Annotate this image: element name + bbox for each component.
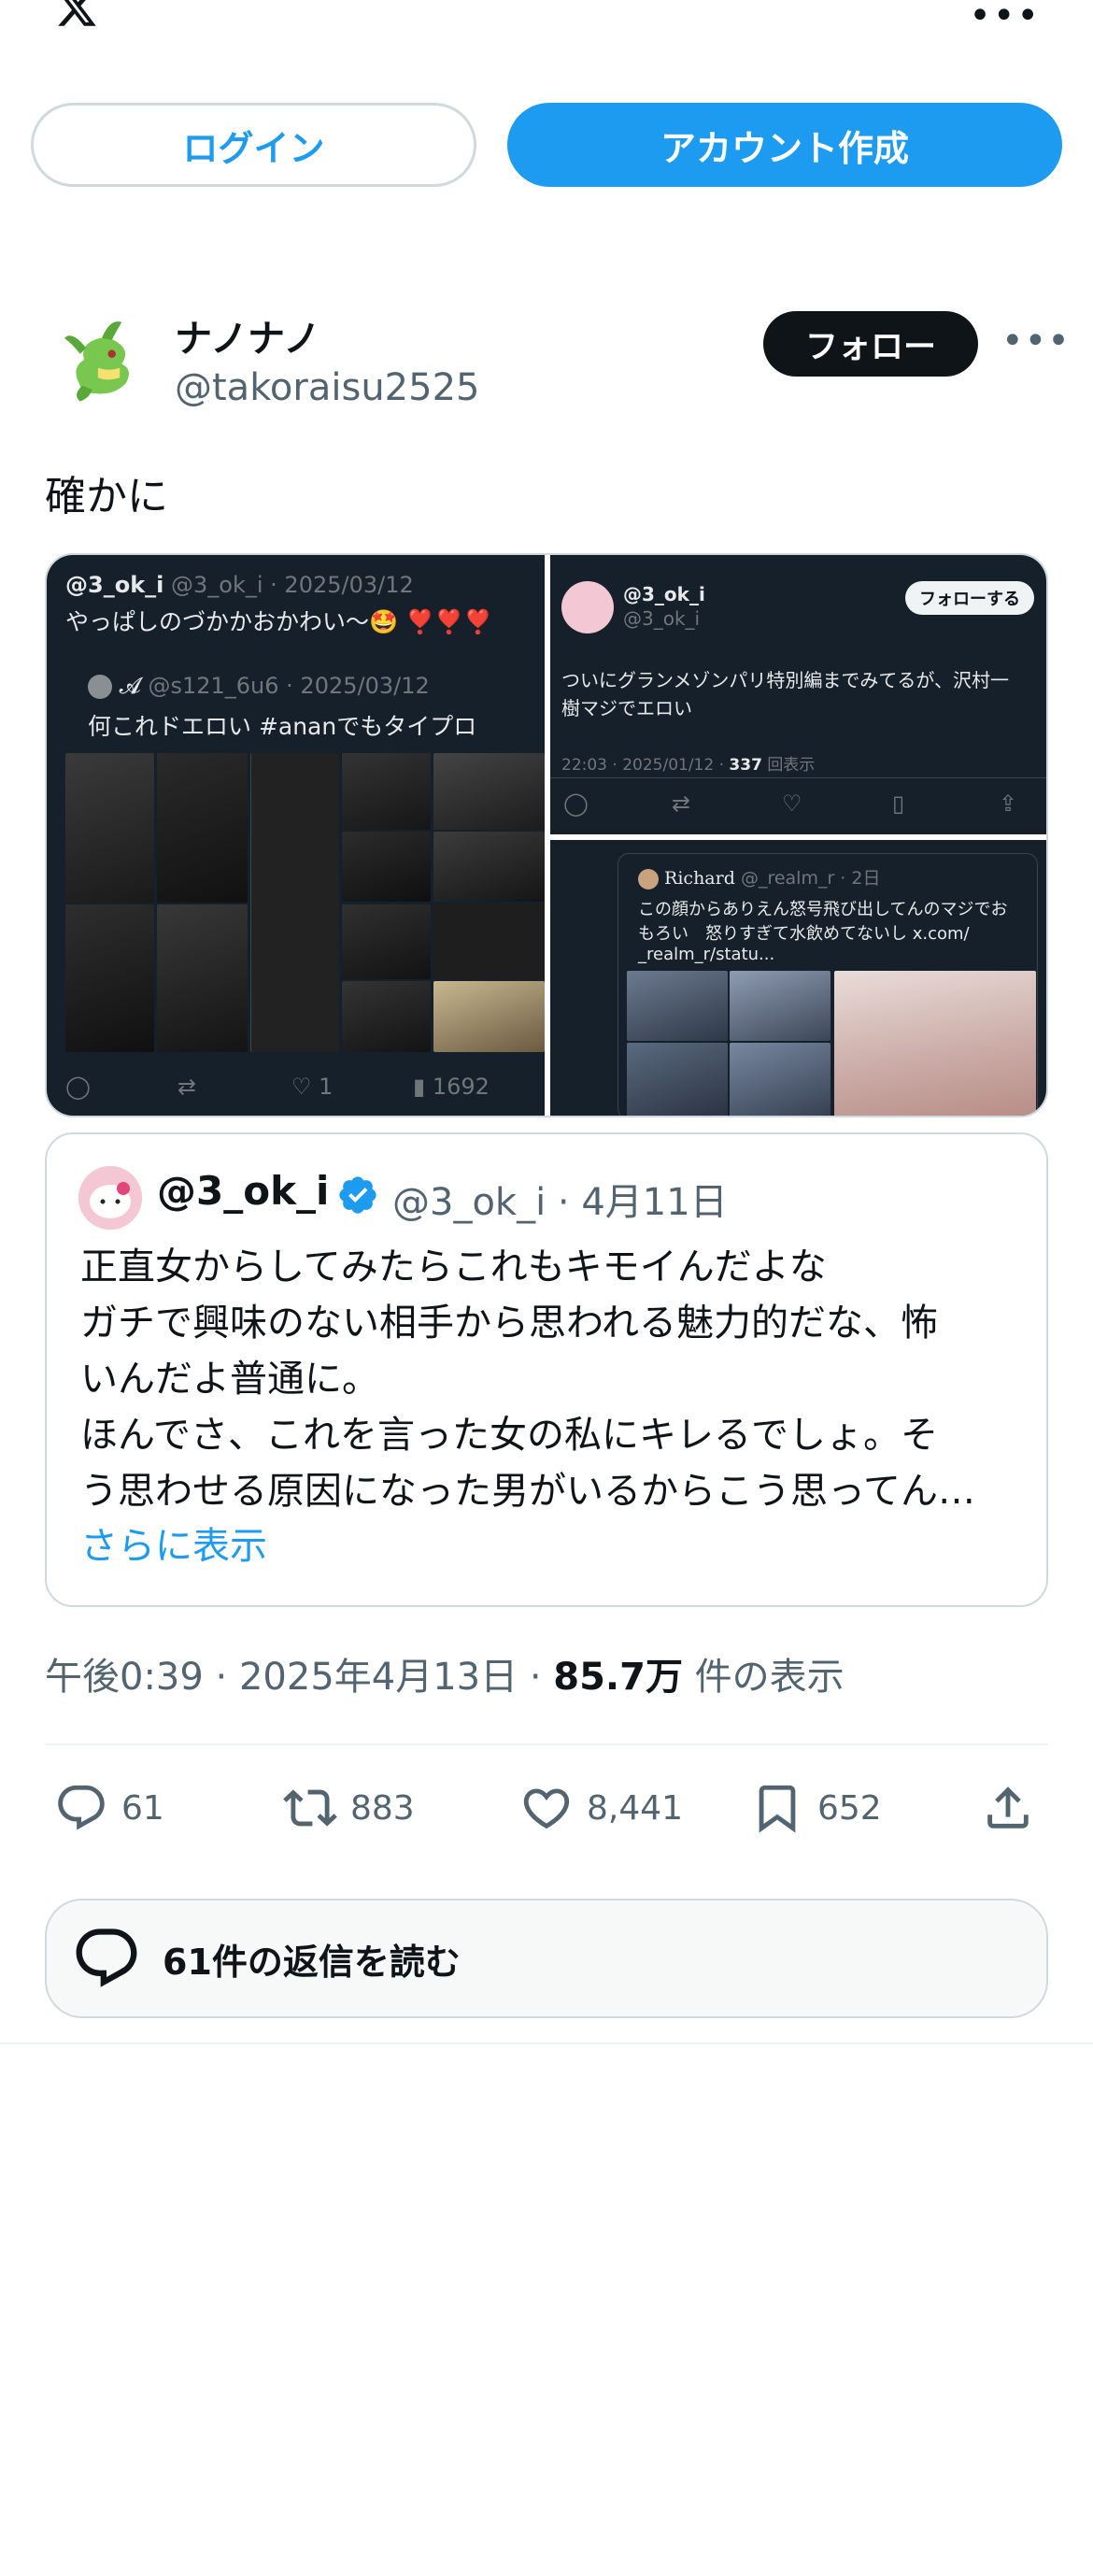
photo-thumbnail bbox=[433, 832, 545, 902]
photo-thumbnail bbox=[250, 753, 339, 1052]
follow-button[interactable]: フォロー bbox=[763, 311, 978, 377]
embedded-name: @3_ok_i bbox=[65, 572, 164, 598]
photo-thumbnail bbox=[342, 904, 431, 979]
show-more-link[interactable]: さらに表示 bbox=[80, 1516, 267, 1570]
read-replies-button[interactable]: 61件の返信を読む bbox=[45, 1899, 1048, 2018]
heart-icon bbox=[523, 1788, 570, 1829]
quote-body: 正直女からしてみたらこれもキモイんだよな ガチで興味のない相手から思われる魅力的… bbox=[80, 1239, 1024, 1519]
more-horizontal-icon[interactable]: ••• bbox=[969, 0, 1041, 37]
signup-button[interactable]: アカウント作成 bbox=[507, 103, 1062, 187]
photo-thumbnail bbox=[157, 904, 248, 1052]
embedded-inner-meta: @s121_6u6 · 2025/03/12 bbox=[148, 673, 430, 699]
quote-author-name[interactable]: @3_ok_i bbox=[157, 1168, 329, 1214]
media-image-left[interactable]: @3_ok_i @3_ok_i · 2025/03/12 やっぱしのづかかおかわ… bbox=[47, 555, 545, 1116]
embedded-text-line1: この顔からありえん怒号飛び出してんのマジでお bbox=[638, 900, 1008, 919]
embedded-follow-button: フォローする bbox=[905, 581, 1034, 615]
photo-thumbnail bbox=[834, 971, 1036, 1116]
tweet-text: 確かに bbox=[45, 473, 168, 520]
photo-thumbnail bbox=[433, 981, 545, 1052]
quote-line: 正直女からしてみたらこれもキモイんだよな bbox=[80, 1245, 827, 1288]
timestamp-text[interactable]: 午後0:39 · 2025年4月13日 · bbox=[45, 1656, 553, 1699]
views-label: 件の表示 bbox=[682, 1656, 845, 1699]
login-button[interactable]: ログイン bbox=[31, 103, 476, 187]
tweet-timestamp[interactable]: 午後0:39 · 2025年4月13日 · 85.7万 件の表示 bbox=[45, 1646, 845, 1701]
embedded-time: 22:03 · 2025/01/12 · bbox=[561, 756, 724, 775]
media-image-right-top[interactable]: @3_ok_i @3_ok_i フォローする ついにグランメゾンパリ特別編までみ… bbox=[550, 555, 1046, 834]
embedded-name: @3_ok_i bbox=[623, 583, 705, 605]
photo-thumbnail bbox=[433, 904, 545, 979]
photo-thumbnail bbox=[730, 1043, 830, 1116]
embedded-views-label: 回表示 bbox=[767, 756, 816, 775]
divider bbox=[45, 1743, 1048, 1745]
embedded-bookmark-icon: ▯ bbox=[892, 790, 905, 817]
quote-line: う思わせる原因になった男がいるからこう思ってん… bbox=[80, 1470, 975, 1513]
embedded-reply-icon: ◯ bbox=[65, 1074, 91, 1100]
photo-thumbnail bbox=[627, 971, 728, 1041]
author-avatar[interactable] bbox=[50, 308, 149, 407]
photo-thumbnail bbox=[342, 753, 431, 830]
embedded-text-line2: もろい 怒りすぎて水飲めてないし x.com/ bbox=[638, 924, 970, 944]
divider bbox=[0, 2042, 1093, 2044]
quote-line: いんだよ普通に。 bbox=[80, 1358, 379, 1401]
retweet-count: 883 bbox=[350, 1788, 415, 1828]
photo-thumbnail bbox=[65, 904, 154, 1052]
more-options-icon[interactable]: ••• bbox=[1001, 320, 1071, 363]
share-icon bbox=[987, 1786, 1029, 1829]
embedded-like-icon: ♡ bbox=[782, 790, 802, 817]
reply-icon bbox=[58, 1785, 105, 1830]
embedded-retweet-icon: ⇄ bbox=[672, 790, 691, 817]
bookmark-count: 652 bbox=[817, 1788, 882, 1828]
like-button[interactable]: 8,441 bbox=[519, 1781, 683, 1835]
quote-avatar[interactable] bbox=[78, 1166, 142, 1230]
read-replies-label: 61件の返信を読む bbox=[163, 1941, 461, 1983]
embedded-text-line1: ついにグランメゾンパリ特別編までみてるが、沢村一 bbox=[561, 669, 1009, 691]
embedded-like-icon: ♡ 1 bbox=[291, 1074, 334, 1100]
embedded-text-line2: 樹マジでエロい bbox=[561, 697, 692, 719]
photo-thumbnail bbox=[342, 832, 431, 902]
quoted-tweet[interactable]: @3_ok_i @3_ok_i · 4月11日 正直女からしてみたらこれもキモイ… bbox=[45, 1132, 1048, 1607]
embedded-reply-icon: ◯ bbox=[563, 790, 589, 817]
embedded-name: Richard bbox=[664, 868, 735, 889]
photo-thumbnail bbox=[433, 753, 545, 830]
photo-thumbnail bbox=[730, 971, 830, 1041]
reply-button[interactable]: 61 bbox=[54, 1781, 164, 1835]
tweet-media-grid[interactable]: @3_ok_i @3_ok_i · 2025/03/12 やっぱしのづかかおかわ… bbox=[45, 553, 1048, 1117]
like-count: 8,441 bbox=[587, 1788, 684, 1828]
embedded-avatar-icon bbox=[638, 868, 659, 890]
verified-badge-icon bbox=[339, 1176, 376, 1214]
quote-line: ほんでさ、これを言った女の私にキレるでしょ。そ bbox=[80, 1414, 938, 1457]
x-logo-icon[interactable] bbox=[45, 0, 108, 30]
photo-thumbnail bbox=[342, 981, 431, 1052]
reply-count: 61 bbox=[121, 1788, 164, 1828]
embedded-retweet-icon: ⇄ bbox=[177, 1074, 197, 1100]
media-image-right-bottom[interactable]: Richard @_realm_r · 2日 この顔からありえん怒号飛び出してん… bbox=[550, 840, 1046, 1116]
embedded-text-line3: _realm_r/statu... bbox=[638, 945, 775, 964]
retweet-icon bbox=[283, 1789, 337, 1827]
reply-bubble-icon bbox=[76, 1928, 137, 1987]
share-button[interactable] bbox=[981, 1781, 1048, 1835]
photo-thumbnail bbox=[65, 753, 154, 903]
embedded-views-icon: ▮ 1692 bbox=[413, 1074, 490, 1100]
quote-line: ガチで興味のない相手から思われる魅力的だな、怖 bbox=[80, 1302, 938, 1345]
embedded-handle: @3_ok_i bbox=[623, 607, 701, 630]
embedded-inner-text: 何これドエロい #ananでもタイプロ bbox=[88, 713, 477, 740]
embedded-text: やっぱしのづかかおかわい〜🤩 ❣️❣️❣️ bbox=[65, 608, 493, 635]
embedded-share-icon: ⇪ bbox=[999, 790, 1018, 817]
embedded-avatar-icon bbox=[88, 675, 112, 699]
bookmark-button[interactable]: 652 bbox=[750, 1781, 882, 1835]
views-count: 85.7万 bbox=[553, 1656, 683, 1699]
retweet-button[interactable]: 883 bbox=[283, 1781, 415, 1835]
embedded-views: 337 bbox=[729, 756, 762, 775]
embedded-meta: @_realm_r · 2日 bbox=[740, 868, 881, 889]
author-handle[interactable]: @takoraisu2525 bbox=[175, 366, 479, 409]
photo-thumbnail bbox=[627, 1043, 728, 1116]
author-name[interactable]: ナノナノ bbox=[175, 308, 320, 363]
quote-meta: @3_ok_i · 4月11日 bbox=[392, 1181, 728, 1224]
embedded-avatar-icon bbox=[561, 581, 614, 633]
embedded-meta: @3_ok_i · 2025/03/12 bbox=[171, 572, 414, 598]
photo-thumbnail bbox=[157, 753, 248, 903]
bookmark-icon bbox=[759, 1785, 796, 1833]
